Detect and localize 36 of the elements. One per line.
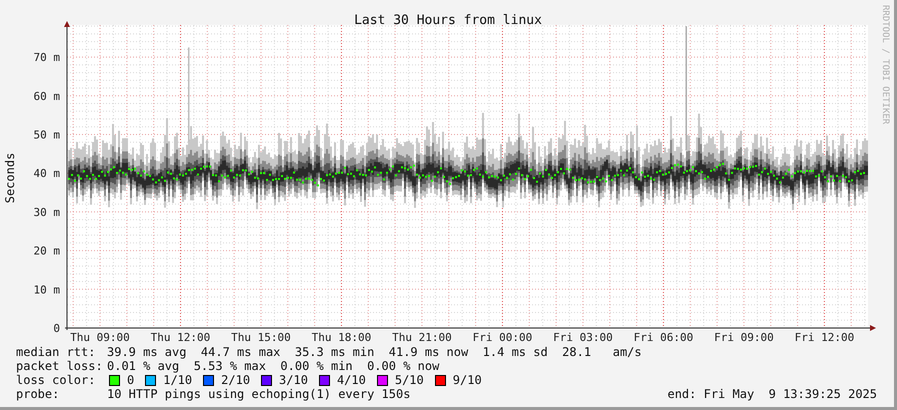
legend-label: packet loss: (16, 359, 104, 373)
probe-description: 10 HTTP pings using echoping(1) every 150s (107, 387, 410, 401)
loss-color-label: 3/10 (279, 373, 308, 387)
y-tick-label: 60 m (34, 90, 60, 103)
loss-color-label: 1/10 (163, 373, 192, 387)
y-tick-label: 70 m (34, 51, 60, 64)
y-axis-label: Seconds (3, 152, 17, 204)
loss-color-label: 9/10 (452, 373, 482, 387)
loss-color-label: 5/10 (394, 373, 424, 387)
median-rtt-stats: 39.9 ms avg 44.7 ms max 35.3 ms min 41.9 ms now 1.4 ms sd 28.1 am/s (107, 345, 642, 359)
x-tick-label: Fri 09:00 (714, 331, 774, 344)
x-tick-label: Fri 03:00 (553, 331, 613, 344)
x-tick-label: Fri 00:00 (472, 331, 532, 344)
y-tick-label: 10 m (34, 283, 60, 296)
y-tick-label: 20 m (34, 244, 60, 258)
loss-color-label: 0 (127, 373, 134, 387)
y-tick-label: 40 m (34, 167, 60, 180)
y-tick-label: 0 (53, 322, 60, 335)
legend-label: median rtt: (16, 345, 96, 359)
y-tick-label: 30 m (34, 206, 60, 219)
legend-label: probe: (16, 387, 60, 401)
end-time: end: Fri May 9 13:39:25 2025 (667, 387, 877, 401)
x-tick-label: Thu 12:00 (150, 331, 210, 344)
x-tick-label: Thu 21:00 (392, 331, 452, 344)
side-label: RRDTOOL / TOBI OETIKER (880, 5, 890, 124)
packet-loss-stats: 0.01 % avg 5.53 % max 0.00 % min 0.00 % now (107, 359, 440, 373)
x-tick-label: Thu 15:00 (231, 331, 291, 344)
x-tick-label: Thu 18:00 (312, 331, 372, 344)
loss-color-label: 4/10 (336, 373, 366, 387)
chart-title: Last 30 Hours from linux (354, 13, 542, 28)
x-tick-label: Fri 06:00 (634, 331, 694, 344)
y-tick-label: 50 m (34, 128, 60, 142)
x-tick-label: Thu 09:00 (70, 331, 130, 344)
loss-color-label: 2/10 (221, 373, 250, 387)
legend-label: loss color: (16, 373, 96, 387)
x-tick-label: Fri 12:00 (794, 331, 854, 344)
